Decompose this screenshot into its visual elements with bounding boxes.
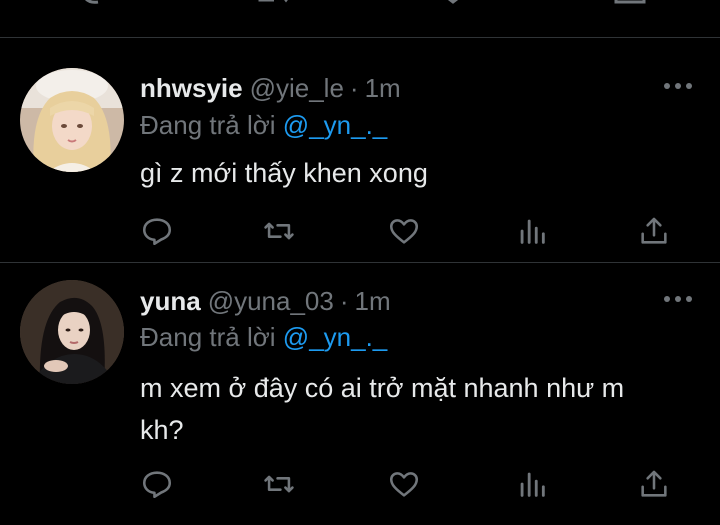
reply-context: Đang trả lời @_yn_._ xyxy=(140,108,387,142)
tweet-header: yuna @yuna_03 · 1m xyxy=(140,284,391,318)
separator: · xyxy=(349,73,359,103)
retweet-icon[interactable] xyxy=(262,467,296,501)
retweet-icon[interactable] xyxy=(262,214,296,248)
previous-tweet-action-bar xyxy=(0,0,720,38)
views-icon[interactable] xyxy=(515,467,549,501)
user-handle[interactable]: @yie_le xyxy=(250,71,344,105)
tweet-actions xyxy=(140,467,680,503)
tweet-text: m xem ở đây có ai trở mặt nhanh như m kh… xyxy=(140,373,625,445)
avatar[interactable] xyxy=(20,68,124,172)
tweet-header: nhwsyie @yie_le · 1m xyxy=(140,71,401,105)
tweet[interactable]: nhwsyie @yie_le · 1m Đang trả lời @_yn_.… xyxy=(0,38,720,263)
reply-prefix: Đang trả lời xyxy=(140,322,276,352)
timestamp[interactable]: 1m xyxy=(355,284,391,318)
retweet-icon[interactable] xyxy=(256,0,296,10)
more-options-icon[interactable] xyxy=(664,76,692,96)
reply-context: Đang trả lời @_yn_._ xyxy=(140,320,387,354)
heart-icon[interactable] xyxy=(438,0,468,10)
more-options-icon[interactable] xyxy=(664,289,692,309)
user-handle[interactable]: @yuna_03 xyxy=(208,284,334,318)
share-icon[interactable] xyxy=(612,0,648,10)
display-name[interactable]: yuna xyxy=(140,284,201,318)
display-name[interactable]: nhwsyie xyxy=(140,71,243,105)
heart-icon[interactable] xyxy=(387,467,421,501)
timestamp[interactable]: 1m xyxy=(365,71,401,105)
share-icon[interactable] xyxy=(637,467,671,501)
avatar[interactable] xyxy=(20,280,124,384)
tweet-actions xyxy=(140,214,680,250)
views-icon[interactable] xyxy=(515,214,549,248)
tweet[interactable]: yuna @yuna_03 · 1m Đang trả lời @_yn_._ … xyxy=(0,263,720,525)
reply-icon[interactable] xyxy=(78,0,108,10)
reply-icon[interactable] xyxy=(140,214,174,248)
reply-prefix: Đang trả lời xyxy=(140,110,276,140)
reply-icon[interactable] xyxy=(140,467,174,501)
heart-icon[interactable] xyxy=(387,214,421,248)
reply-mention[interactable]: @_yn_._ xyxy=(283,322,387,352)
tweet-text: gì z mới thấy khen xong xyxy=(140,158,428,188)
separator: · xyxy=(339,286,349,316)
reply-mention[interactable]: @_yn_._ xyxy=(283,110,387,140)
share-icon[interactable] xyxy=(637,214,671,248)
